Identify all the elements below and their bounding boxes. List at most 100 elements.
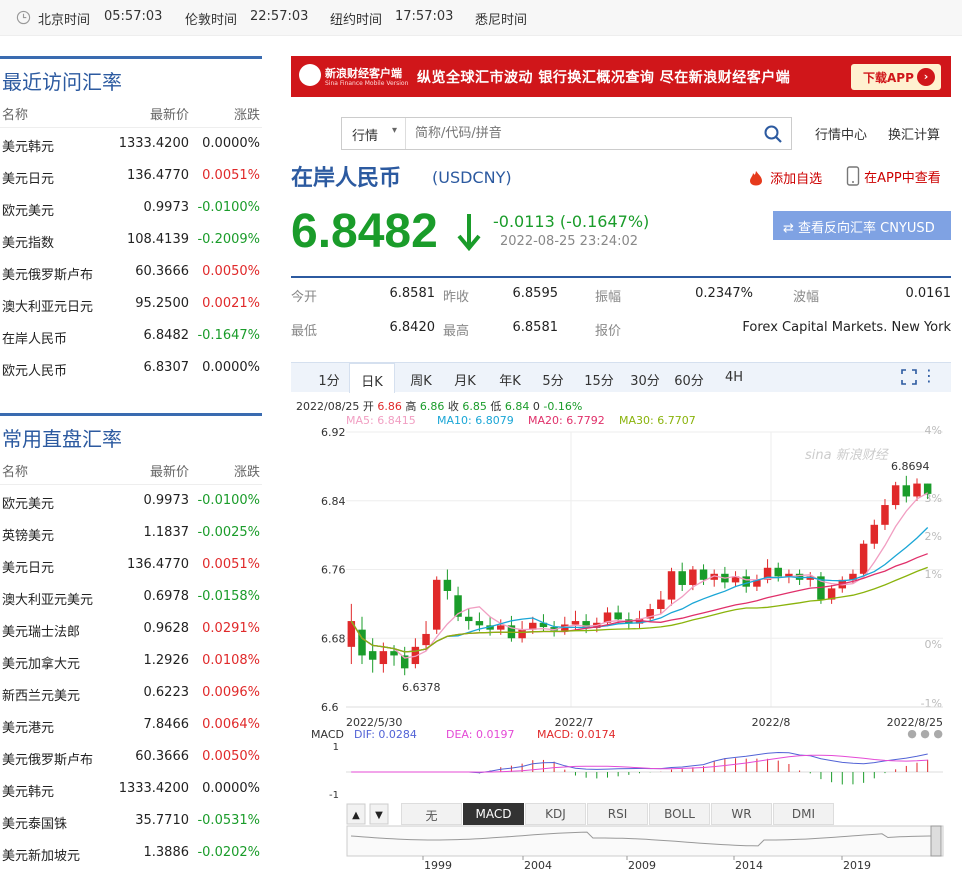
rate-row[interactable]: 美元加拿大元 1.2926 0.0108% xyxy=(0,645,262,677)
reverse-rate-label: 查看反向汇率 CNYUSD xyxy=(798,221,935,236)
current-price: 6.8482 xyxy=(291,205,438,258)
rate-price: 108.4139 xyxy=(126,232,189,247)
kline-chart-svg[interactable]: 6.926.846.766.686.64%3%2%1%0%-1%6.86946.… xyxy=(291,362,951,812)
rate-price: 0.9973 xyxy=(143,493,190,508)
rate-row[interactable]: 美元指数 108.4139 -0.2009% xyxy=(0,224,262,256)
quote-stats: 今开 6.8581 昨收 6.8595 振幅 0.2347% 波幅 0.0161… xyxy=(291,276,951,339)
rate-change: 0.0051% xyxy=(202,168,260,183)
sina-logo-icon xyxy=(299,64,321,86)
market-center-link[interactable]: 行情中心 xyxy=(815,124,867,143)
quote-source-label: 报价 xyxy=(595,324,622,339)
rate-row[interactable]: 澳大利亚元美元 0.6978 -0.0158% xyxy=(0,581,262,613)
rate-name[interactable]: 美元指数 xyxy=(2,232,54,251)
recent-rates-panel: 最近访问汇率 名称 最新价 涨跌 美元韩元 1333.4200 0.0000% 美元日… xyxy=(0,56,262,384)
rate-name[interactable]: 美元韩元 xyxy=(2,781,54,800)
pct-tick-label: 2% xyxy=(925,530,942,543)
app-download-banner[interactable]: 新浪财经客户端 Sina Finance Mobile Version 纵览全球… xyxy=(291,56,951,97)
rate-row[interactable]: 新西兰元美元 0.6223 0.0096% xyxy=(0,677,262,709)
rate-name[interactable]: 新西兰元美元 xyxy=(2,685,80,704)
rate-row[interactable]: 澳大利亚元日元 95.2500 0.0021% xyxy=(0,288,262,320)
rate-row[interactable]: 美元俄罗斯卢布 60.3666 0.0050% xyxy=(0,741,262,773)
banner-logo-subtitle: Sina Finance Mobile Version xyxy=(325,80,409,87)
candle-body xyxy=(774,567,782,577)
rate-name[interactable]: 美元港元 xyxy=(2,717,54,736)
direct-rates-title: 常用直盘汇率 xyxy=(0,413,262,453)
london-time-label: 伦敦时间 xyxy=(185,13,238,28)
search-input[interactable] xyxy=(408,118,748,149)
open-label: 今开 xyxy=(291,290,318,305)
rate-row[interactable]: 英镑美元 1.1837 -0.0025% xyxy=(0,517,262,549)
rate-row[interactable]: 美元日元 136.4770 0.0051% xyxy=(0,160,262,192)
rate-change: -0.1647% xyxy=(197,328,260,343)
candle-body xyxy=(891,485,900,506)
amplitude-value: 0.2347% xyxy=(695,286,753,301)
rate-name[interactable]: 澳大利亚元日元 xyxy=(2,296,93,315)
banner-slogan: 纵览全球汇市波动 银行换汇概况查询 尽在新浪财经客户端 xyxy=(417,70,791,86)
high-label: 最高 xyxy=(443,324,470,339)
rate-name[interactable]: 美元日元 xyxy=(2,557,54,576)
rate-price: 1333.4200 xyxy=(118,781,189,796)
rate-row[interactable]: 欧元美元 0.9973 -0.0100% xyxy=(0,192,262,224)
rate-row[interactable]: 美元韩元 1333.4200 0.0000% xyxy=(0,773,262,805)
kline-chart-area: ⋮ 1分 日K 周K 月K 年K 5分 15分 30分 60分 4H 2022/08/25 开 6… xyxy=(291,362,951,884)
rate-row[interactable]: 美元泰国铢 35.7710 -0.0531% xyxy=(0,805,262,837)
candle-body xyxy=(497,625,505,630)
overview-frame xyxy=(346,825,944,857)
download-app-button[interactable]: 下载APP › xyxy=(851,64,941,90)
quote-source-value: Forex Capital Markets. New York xyxy=(742,320,951,335)
rate-row[interactable]: 欧元人民币 6.8307 0.0000% xyxy=(0,352,262,384)
rate-change: -0.2009% xyxy=(197,232,260,247)
clock-icon xyxy=(16,10,31,25)
candle-body xyxy=(870,524,879,544)
macd-legend-item: MACD: 0.0174 xyxy=(537,728,616,741)
y-tick-label: 6.68 xyxy=(321,632,346,645)
rate-change: 0.0051% xyxy=(202,557,260,572)
candle-body xyxy=(432,579,441,630)
market-type-dropdown[interactable]: 行情 ▾ xyxy=(342,118,406,149)
rate-row[interactable]: 美元韩元 1333.4200 0.0000% xyxy=(0,128,262,160)
candle-body xyxy=(923,483,932,494)
rate-row[interactable]: 美元新加坡元 1.3886 -0.0202% xyxy=(0,837,262,869)
rate-name[interactable]: 欧元美元 xyxy=(2,200,54,219)
history-overview-svg[interactable]: ▲ ▼ 1999 2004 2009 2014 2019 xyxy=(291,802,951,882)
fx-calculator-link[interactable]: 换汇计算 xyxy=(888,124,940,143)
rate-price: 35.7710 xyxy=(135,813,189,828)
add-favorite-button[interactable]: 添加自选 xyxy=(746,168,822,187)
search-icon[interactable] xyxy=(763,124,783,144)
pct-tick-label: 1% xyxy=(925,568,942,581)
rate-name[interactable]: 美元泰国铢 xyxy=(2,813,67,832)
candle-body xyxy=(657,599,665,610)
rate-row[interactable]: 美元瑞士法郎 0.9628 0.0291% xyxy=(0,613,262,645)
overview-year-label: 2019 xyxy=(843,859,871,872)
rate-name[interactable]: 欧元美元 xyxy=(2,493,54,512)
rate-price: 136.4770 xyxy=(126,168,189,183)
view-in-app-button[interactable]: 在APP中查看 xyxy=(846,166,941,186)
recent-rates-header: 名称 最新价 涨跌 xyxy=(0,96,262,128)
rate-name[interactable]: 美元俄罗斯卢布 xyxy=(2,264,93,283)
rate-name[interactable]: 美元瑞士法郎 xyxy=(2,621,80,640)
rate-price: 1.3886 xyxy=(143,845,190,860)
rate-change: -0.0531% xyxy=(197,813,260,828)
rate-name[interactable]: 澳大利亚元美元 xyxy=(2,589,93,608)
phone-icon xyxy=(846,166,860,186)
rate-row[interactable]: 在岸人民币 6.8482 -0.1647% xyxy=(0,320,262,352)
rate-name[interactable]: 美元新加坡元 xyxy=(2,845,80,864)
candle-body xyxy=(881,505,889,525)
beijing-time-label: 北京时间 xyxy=(38,13,91,28)
rate-name[interactable]: 欧元人民币 xyxy=(2,360,67,379)
rate-name[interactable]: 美元加拿大元 xyxy=(2,653,80,672)
rate-name[interactable]: 美元韩元 xyxy=(2,136,54,155)
reverse-rate-button[interactable]: ⇄ 查看反向汇率 CNYUSD xyxy=(773,211,951,240)
rate-row[interactable]: 美元俄罗斯卢布 60.3666 0.0050% xyxy=(0,256,262,288)
rate-row[interactable]: 美元港元 7.8466 0.0064% xyxy=(0,709,262,741)
candle-body xyxy=(465,616,473,622)
rate-row[interactable]: 欧元美元 0.9973 -0.0100% xyxy=(0,485,262,517)
rate-name[interactable]: 在岸人民币 xyxy=(2,328,67,347)
rate-name[interactable]: 美元俄罗斯卢布 xyxy=(2,749,93,768)
ma-line xyxy=(350,492,929,659)
rate-name[interactable]: 美元日元 xyxy=(2,168,54,187)
rate-name[interactable]: 英镑美元 xyxy=(2,525,54,544)
rate-price: 1333.4200 xyxy=(118,136,189,151)
rate-row[interactable]: 美元日元 136.4770 0.0051% xyxy=(0,549,262,581)
candle-body xyxy=(475,621,484,626)
